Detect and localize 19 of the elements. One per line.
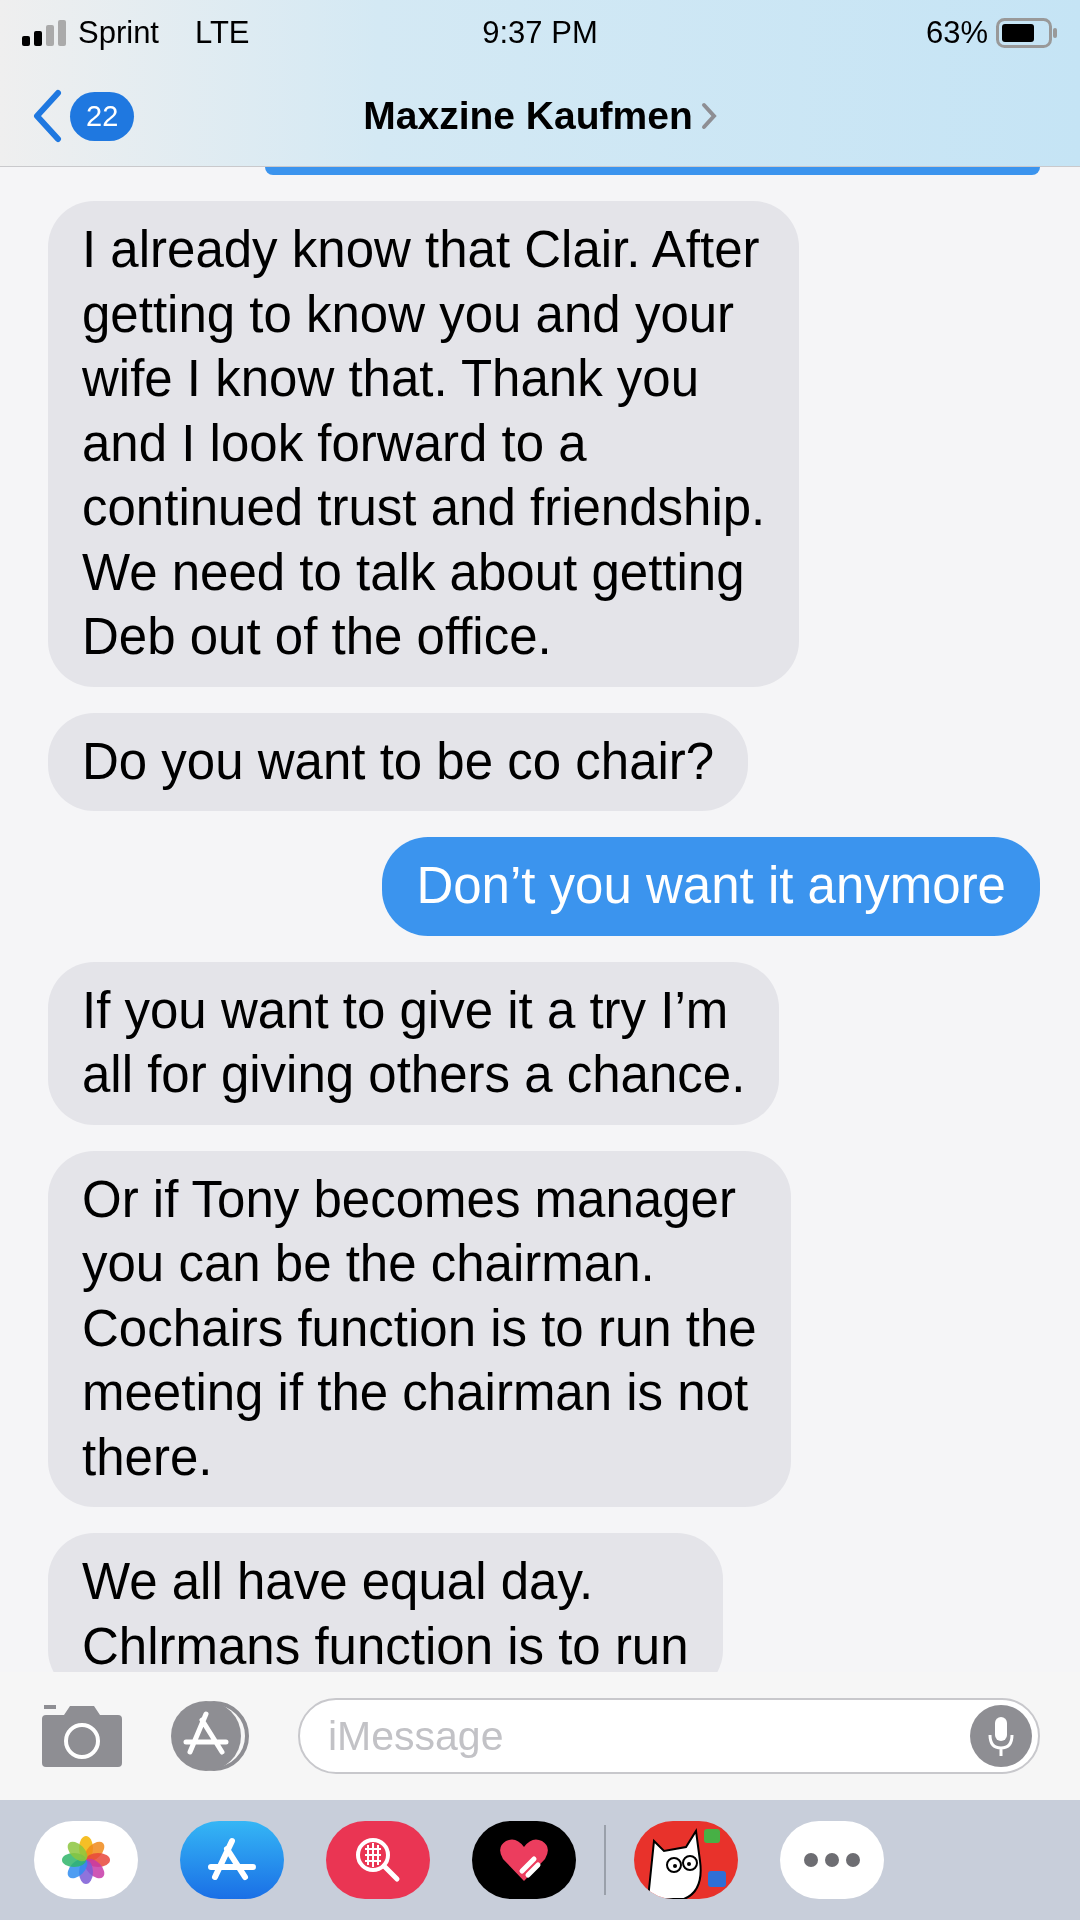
- back-icon[interactable]: [32, 89, 62, 143]
- contact-name[interactable]: Maxzine Kaufmen: [363, 94, 693, 138]
- signal-icon: [22, 20, 68, 46]
- message-bubble: Do you want to be co chair?: [48, 712, 749, 811]
- unread-count-badge[interactable]: 22: [70, 91, 135, 141]
- battery-percent: 63%: [925, 15, 988, 51]
- message-field[interactable]: iMessage: [298, 1698, 1040, 1774]
- network-type: LTE: [195, 15, 250, 51]
- carrier-name: Sprint: [78, 15, 159, 51]
- message-bubble: Or if Tony becomes manager you can be the chairman. Cochairs function is to run the meeting if the chairman is not there.: [48, 1150, 791, 1507]
- message-bubble: I already know that Clair. After getting to know you and your wife I know that. Thank you and I look forward to a continued trust and friendship. We need to talk about getting Deb out of the office.: [48, 201, 800, 687]
- microphone-icon[interactable]: [970, 1705, 1032, 1767]
- message-bubble: Don’t you want it anymore: [382, 837, 1040, 936]
- camera-icon[interactable]: [40, 1703, 124, 1769]
- battery-icon: [996, 18, 1058, 48]
- status-time: 9:37 PM: [481, 15, 599, 51]
- message-bubble: If you want to give it a try I’m all for giving others a chance.: [48, 961, 780, 1125]
- chevron-icon: [700, 102, 717, 130]
- message-bubble: We all have equal day. Chlrmans function is to run: [48, 1533, 723, 1672]
